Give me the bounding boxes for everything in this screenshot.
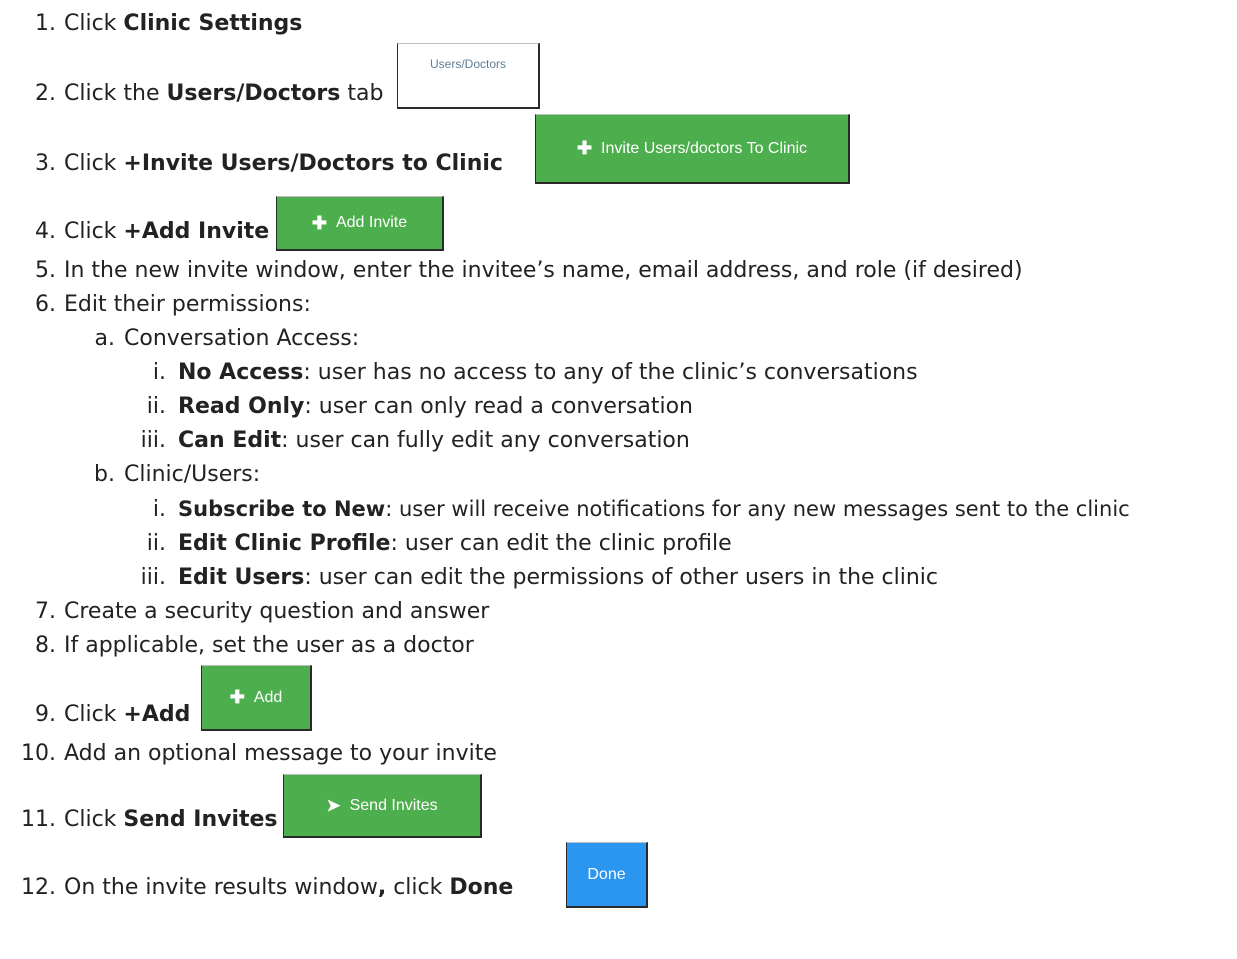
send-invites-button[interactable]: ➤ Send Invites — [284, 775, 480, 836]
users-doctors-tab[interactable]: Users/Doctors — [398, 44, 538, 107]
plus-icon: ✚ — [311, 212, 327, 233]
step-text: In the new invite window, enter the invi… — [64, 258, 1023, 283]
step-number: 10. — [21, 741, 56, 766]
step-number: 12. — [21, 875, 56, 900]
step-number: 1. — [35, 11, 56, 36]
step-number: 6. — [35, 292, 56, 317]
invite-users-button[interactable]: ✚ Invite Users/doctors To Clinic — [536, 115, 848, 182]
substep-letter: b. — [94, 462, 115, 487]
substep-roman: iii. — [140, 428, 166, 453]
paper-plane-icon: ➤ — [326, 795, 341, 815]
users-doctors-tab-screenshot: Users/Doctors — [397, 43, 540, 109]
step-text: Click +Add Invite — [64, 219, 270, 244]
add-label: Add — [253, 688, 283, 706]
done-button-screenshot: Done — [566, 842, 648, 908]
substep-text: Can Edit: user can fully edit any conver… — [178, 428, 690, 453]
step-text: Edit their permissions: — [64, 292, 311, 317]
substep-roman: ii. — [146, 394, 166, 419]
substep-text: Subscribe to New: user will receive noti… — [178, 497, 1130, 521]
substep-text: Conversation Access: — [124, 326, 360, 351]
step-text: Click +Invite Users/Doctors to Clinic — [64, 151, 503, 176]
add-button-screenshot: ✚ Add — [201, 665, 312, 731]
substep-roman: iii. — [140, 565, 166, 590]
step-number: 4. — [35, 219, 56, 244]
step-text: Add an optional message to your invite — [64, 741, 497, 766]
step-number: 8. — [35, 633, 56, 658]
substep-roman: i. — [152, 360, 166, 385]
step-text: Click +Add — [64, 702, 191, 727]
done-button[interactable]: Done — [567, 843, 646, 906]
step-number: 5. — [35, 258, 56, 283]
substep-letter: a. — [94, 326, 115, 351]
add-invite-button-screenshot: ✚ Add Invite — [276, 196, 444, 251]
step-text: Click Send Invites — [64, 807, 278, 832]
invite-users-label: Invite Users/doctors To Clinic — [601, 139, 808, 157]
step-text: On the invite results window, click Done — [64, 875, 514, 900]
substep-text: Read Only: user can only read a conversa… — [178, 394, 693, 419]
substep-roman: ii. — [146, 531, 166, 556]
plus-icon: ✚ — [576, 138, 593, 158]
send-invites-label: Send Invites — [349, 796, 438, 814]
add-invite-button[interactable]: ✚ Add Invite — [277, 197, 442, 249]
step-number: 9. — [35, 702, 56, 727]
add-button[interactable]: ✚ Add — [202, 666, 310, 729]
substep-text: No Access: user has no access to any of … — [178, 360, 918, 385]
step-number: 11. — [21, 807, 56, 832]
invite-users-button-screenshot: ✚ Invite Users/doctors To Clinic — [535, 114, 850, 184]
plus-icon: ✚ — [229, 687, 245, 707]
step-text: If applicable, set the user as a doctor — [64, 633, 474, 658]
substep-text: Edit Users: user can edit the permission… — [178, 565, 939, 590]
add-invite-label: Add Invite — [335, 214, 408, 231]
step-number: 2. — [35, 81, 56, 106]
step-text: Click the Users/Doctors tab — [64, 81, 384, 106]
step-number: 7. — [35, 599, 56, 624]
substep-roman: i. — [152, 497, 166, 522]
substep-text: Clinic/Users: — [124, 462, 261, 487]
step-text: Create a security question and answer — [64, 599, 490, 624]
step-number: 3. — [35, 151, 56, 176]
step-text: Click Clinic Settings — [64, 11, 303, 36]
substep-text: Edit Clinic Profile: user can edit the c… — [178, 531, 732, 556]
send-invites-button-screenshot: ➤ Send Invites — [283, 774, 482, 838]
